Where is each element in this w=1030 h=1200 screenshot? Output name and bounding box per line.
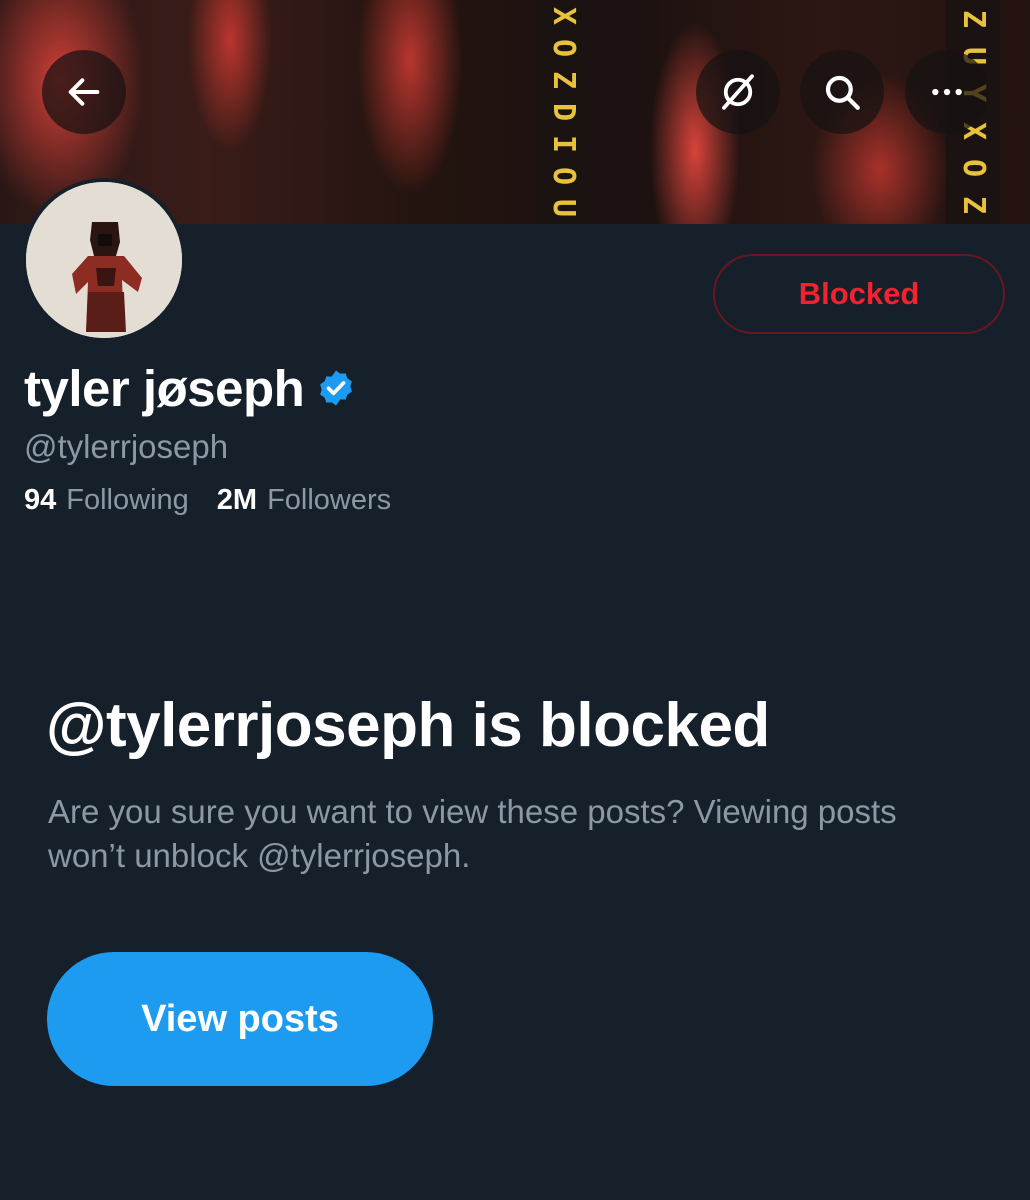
banner-glyph: O xyxy=(956,158,991,177)
followers-stat[interactable]: 2M Followers xyxy=(217,484,391,517)
search-icon xyxy=(825,75,860,110)
display-name: tyler jøseph xyxy=(24,359,305,417)
arrow-left-icon xyxy=(68,78,100,106)
view-posts-button[interactable]: View posts xyxy=(47,952,433,1086)
banner-glyph: Z xyxy=(956,9,991,28)
followers-label: Followers xyxy=(267,484,392,516)
avatar-image xyxy=(26,182,182,338)
banner-glyph: O xyxy=(546,166,581,186)
following-label: Following xyxy=(66,484,189,516)
banner-glyph: O xyxy=(546,38,581,58)
more-options-button[interactable] xyxy=(905,50,989,134)
blocked-notice-description: Are you sure you want to view these post… xyxy=(48,793,897,874)
verified-badge-icon xyxy=(320,370,353,406)
profile-stats: 94 Following 2M Followers xyxy=(24,484,391,517)
search-button[interactable] xyxy=(800,50,884,134)
followers-count: 2M xyxy=(216,484,258,516)
profile-name-row: tyler jøseph xyxy=(24,358,356,418)
following-count: 94 xyxy=(24,484,57,516)
banner-glyph: U xyxy=(546,198,581,218)
banner-glyph: D xyxy=(546,102,581,122)
bell-off-icon xyxy=(722,74,754,110)
banner-glyph: X xyxy=(546,6,581,26)
banner-glyph: Z xyxy=(546,70,581,90)
following-stat[interactable]: 94 Following xyxy=(24,484,189,517)
back-button[interactable] xyxy=(42,50,126,134)
profile-handle: @tylerrjoseph xyxy=(24,428,229,465)
blocked-notice-title: @tylerrjoseph is blocked xyxy=(46,691,770,760)
banner-glyph: I xyxy=(546,134,581,154)
blocked-button[interactable]: Blocked xyxy=(713,254,1005,334)
banner-text-strip-left: X O Z D I O U xyxy=(536,0,590,224)
banner-glyph: Z xyxy=(956,196,991,215)
notifications-off-button[interactable] xyxy=(696,50,780,134)
avatar[interactable] xyxy=(22,178,186,342)
more-horizontal-icon xyxy=(932,88,962,96)
